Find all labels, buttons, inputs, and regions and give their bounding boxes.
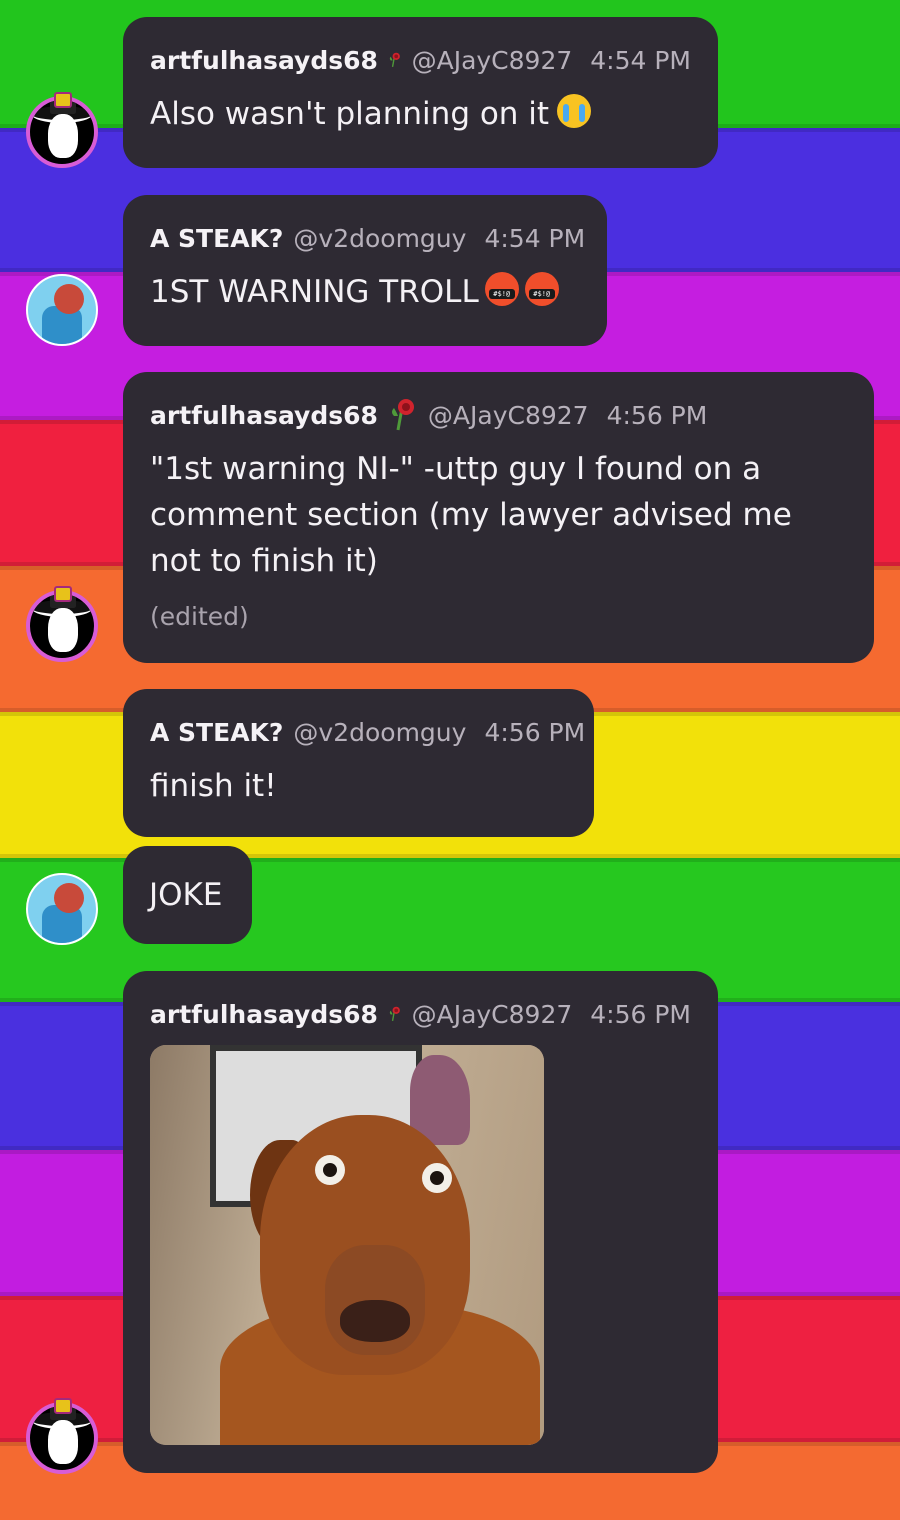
message-text: Also wasn't planning on it — [150, 91, 691, 137]
timestamp: 4:54 PM — [484, 223, 586, 253]
user-handle: @AJayC8927 — [411, 45, 573, 75]
message-header: artfulhasayds68 @AJayC8927 4:56 PM — [150, 997, 691, 1031]
username[interactable]: A STEAK? — [150, 224, 283, 253]
message-text: 1ST WARNING TROLL #$!@ #$!@ — [150, 269, 580, 315]
swear-symbols: #$!@ — [488, 289, 515, 299]
crown-badge-icon — [54, 92, 72, 108]
message-header: artfulhasayds68 @AJayC8927 4:56 PM — [150, 398, 847, 432]
rose-icon — [389, 52, 400, 67]
rose-icon — [389, 1006, 400, 1021]
username[interactable]: artfulhasayds68 — [150, 401, 378, 430]
timestamp: 4:56 PM — [590, 999, 691, 1029]
swear-symbols: #$!@ — [528, 289, 555, 299]
avatar-a-steak[interactable] — [26, 873, 98, 945]
user-handle: @AJayC8927 — [427, 400, 589, 430]
message-body: finish it! — [150, 768, 277, 804]
username[interactable]: artfulhasayds68 — [150, 46, 378, 75]
crown-badge-icon — [54, 586, 72, 602]
message-body: 1ST WARNING TROLL — [150, 274, 479, 310]
avatar-a-steak[interactable] — [26, 274, 98, 346]
timestamp: 4:56 PM — [606, 400, 708, 430]
message-bubble[interactable]: A STEAK? @v2doomguy 4:56 PM finish it! — [123, 689, 594, 837]
message-header: artfulhasayds68 @AJayC8927 4:54 PM — [150, 43, 691, 77]
crown-badge-icon — [54, 1398, 72, 1414]
user-handle: @AJayC8927 — [411, 999, 573, 1029]
message-bubble[interactable]: artfulhasayds68 @AJayC8927 4:56 PM — [123, 971, 718, 1473]
username[interactable]: artfulhasayds68 — [150, 1000, 378, 1029]
message-bubble[interactable]: A STEAK? @v2doomguy 4:54 PM 1ST WARNING … — [123, 195, 607, 346]
shocked-dog-gif[interactable] — [150, 1045, 544, 1445]
message-header: A STEAK? @v2doomguy 4:56 PM — [150, 715, 585, 749]
crying-face-icon — [557, 94, 592, 128]
timestamp: 4:56 PM — [484, 717, 586, 747]
edited-label: (edited) — [150, 602, 249, 631]
message-bubble[interactable]: JOKE — [123, 846, 252, 944]
message-bubble[interactable]: artfulhasayds68 @AJayC8927 4:54 PM Also … — [123, 17, 718, 168]
message-body: Also wasn't planning on it — [150, 96, 550, 132]
message-body: JOKE — [149, 877, 223, 913]
message-body: "1st warning NI-" -uttp guy I found on a… — [150, 451, 792, 579]
message-bubble[interactable]: artfulhasayds68 @AJayC8927 4:56 PM "1st … — [123, 372, 874, 663]
message-header: A STEAK? @v2doomguy 4:54 PM — [150, 221, 585, 255]
username[interactable]: A STEAK? — [150, 718, 283, 747]
user-handle: @v2doomguy — [293, 717, 467, 747]
rose-icon — [391, 399, 414, 431]
swearing-face-icon: #$!@ — [524, 272, 559, 306]
user-handle: @v2doomguy — [293, 223, 467, 253]
timestamp: 4:54 PM — [590, 45, 691, 75]
swearing-face-icon: #$!@ — [484, 272, 519, 306]
